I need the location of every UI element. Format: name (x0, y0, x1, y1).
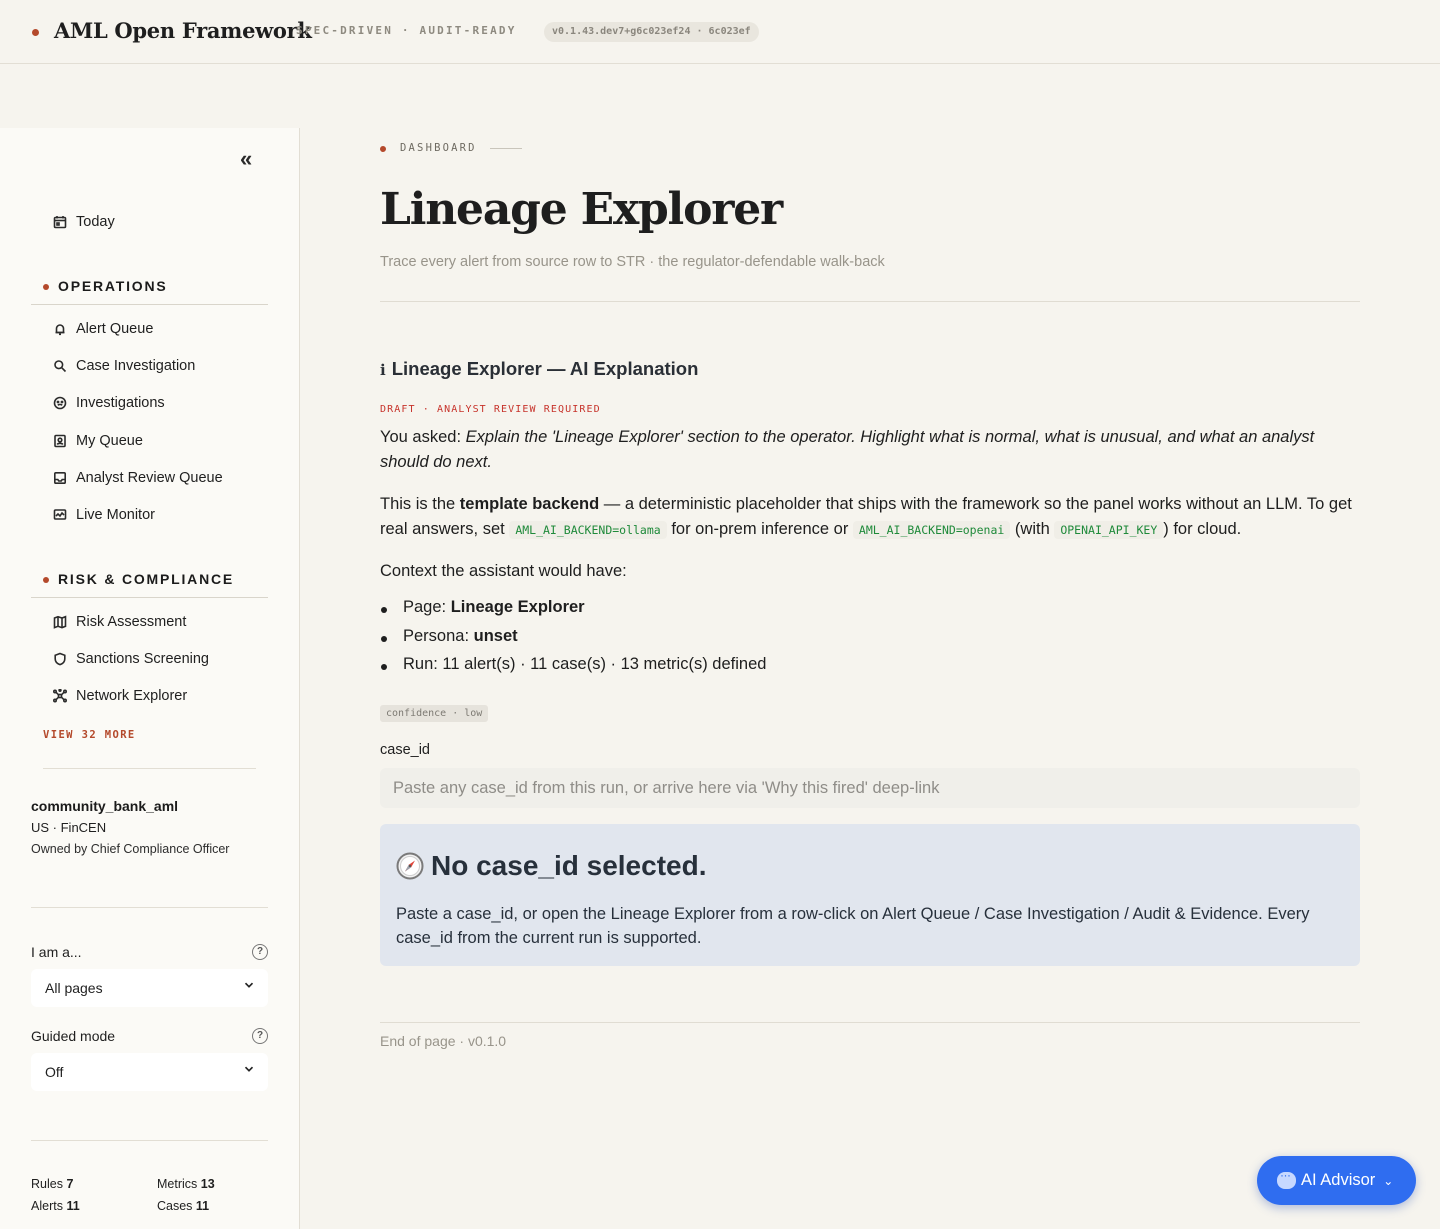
notice-text: Paste a case_id, or open the Lineage Exp… (396, 905, 1310, 947)
code-snippet: AML_AI_BACKEND=openai (852, 521, 1011, 539)
page-subtitle: Trace every alert from source row to STR… (380, 254, 885, 270)
page-title: Lineage Explorer (380, 184, 783, 235)
divider (43, 768, 256, 769)
list-item: Run: 11 alert(s) · 11 case(s) · 13 metri… (380, 655, 766, 684)
notice-title: No case_id selected. (396, 850, 706, 882)
context-list: Page: Lineage Explorer Persona: unset Ru… (380, 598, 766, 684)
divider (31, 1140, 268, 1141)
divider (380, 1022, 1360, 1023)
inbox-icon (52, 470, 68, 486)
tenant-name: community_bank_aml (31, 798, 179, 814)
view-more-link[interactable]: VIEW 32 MORE (43, 729, 136, 741)
section-title: OPERATIONS (58, 278, 168, 294)
sidebar-item-label: Alert Queue (76, 321, 154, 337)
top-header: AML Open Framework SPEC-DRIVEN · AUDIT-R… (0, 0, 1440, 64)
user-badge-icon (52, 433, 68, 449)
shield-icon (52, 651, 68, 667)
calendar-icon (52, 214, 68, 230)
tenant-jurisdiction: US · FinCEN (31, 820, 107, 835)
help-icon[interactable]: ? (252, 1028, 268, 1044)
sidebar-item-investigations[interactable]: Investigations (52, 391, 165, 415)
info-icon: ℹ (380, 362, 386, 379)
sidebar-item-sanctions-screening[interactable]: Sanctions Screening (52, 647, 209, 671)
section-operations: OPERATIONS (31, 278, 268, 305)
list-item: Page: Lineage Explorer (380, 598, 766, 627)
section-dot (43, 577, 49, 583)
guided-mode-value: Off (45, 1064, 64, 1080)
case-id-label: case_id (380, 742, 430, 758)
sidebar-item-label: Network Explorer (76, 688, 188, 704)
stat-metrics: Metrics 13 (157, 1177, 215, 1191)
sidebar-item-label: Investigations (76, 395, 165, 411)
code-snippet: OPENAI_API_KEY (1054, 521, 1164, 539)
bell-icon (52, 321, 68, 337)
network-icon (52, 688, 68, 704)
sidebar-item-label: Live Monitor (76, 507, 155, 523)
chevron-down-icon: ⌄ (1383, 1173, 1394, 1188)
brand-dot (32, 29, 39, 36)
ai-advisor-button[interactable]: AI Advisor ⌄ (1257, 1156, 1416, 1205)
chevron-down-icon (244, 1066, 254, 1072)
sidebar-item-label: My Queue (76, 433, 143, 449)
context-heading: Context the assistant would have: (380, 562, 627, 580)
divider (380, 301, 1360, 302)
ai-explanation-title: ℹ Lineage Explorer — AI Explanation (380, 358, 699, 379)
case-id-input[interactable] (380, 768, 1360, 808)
breadcrumb: DASHBOARD (400, 142, 477, 154)
brand-title[interactable]: AML Open Framework (54, 18, 312, 43)
search-icon (52, 358, 68, 374)
chat-bubble-icon (1277, 1168, 1296, 1189)
help-icon[interactable]: ? (252, 944, 268, 960)
sidebar-item-my-queue[interactable]: My Queue (52, 429, 143, 453)
sidebar-item-label: Analyst Review Queue (76, 470, 223, 486)
sidebar-item-live-monitor[interactable]: Live Monitor (52, 503, 155, 527)
section-dot (43, 284, 49, 290)
stat-cases: Cases 11 (157, 1199, 210, 1213)
persona-select-value: All pages (45, 980, 103, 996)
stat-rules: Rules 7 (31, 1177, 74, 1191)
sidebar-item-label: Sanctions Screening (76, 651, 209, 667)
draft-label: DRAFT · ANALYST REVIEW REQUIRED (380, 404, 601, 415)
sidebar: « Today OPERATIONS Alert Queue Case Inve… (0, 128, 300, 1229)
version-badge: v0.1.43.dev7+g6c023ef24 · 6c023ef (544, 22, 759, 42)
confidence-badge: confidence · low (380, 705, 489, 722)
map-icon (52, 614, 68, 630)
ai-question: You asked: Explain the 'Lineage Explorer… (380, 428, 1315, 471)
persona-select[interactable]: All pages (31, 969, 268, 1007)
compass-icon (396, 852, 424, 880)
sidebar-item-label: Case Investigation (76, 358, 196, 374)
sidebar-item-today[interactable]: Today (52, 210, 115, 234)
monitor-icon (52, 507, 68, 523)
divider (31, 907, 268, 908)
tenant-owner: Owned by Chief Compliance Officer (31, 842, 230, 856)
ai-backend-note: This is the template backend — a determi… (380, 495, 1352, 539)
sidebar-item-alert-queue[interactable]: Alert Queue (52, 317, 153, 341)
sidebar-item-label: Risk Assessment (76, 614, 187, 630)
code-snippet: AML_AI_BACKEND=ollama (509, 521, 667, 539)
ai-advisor-label: AI Advisor (1301, 1171, 1376, 1189)
sidebar-item-label: Today (76, 214, 115, 230)
stat-alerts: Alerts 11 (31, 1199, 80, 1213)
guided-mode-select[interactable]: Off (31, 1053, 268, 1091)
guided-mode-label: Guided mode (31, 1028, 116, 1044)
section-title: RISK & COMPLIANCE (58, 571, 235, 587)
persona-label: I am a... (31, 944, 82, 960)
breadcrumb-dot (380, 146, 386, 152)
sidebar-item-case-investigation[interactable]: Case Investigation (52, 354, 195, 378)
no-case-notice: No case_id selected. Paste a case_id, or… (380, 824, 1360, 966)
section-risk-compliance: RISK & COMPLIANCE (31, 571, 268, 598)
tagline: SPEC-DRIVEN · AUDIT-READY (296, 24, 517, 37)
face-icon (52, 395, 68, 411)
collapse-sidebar-icon[interactable]: « (240, 146, 252, 172)
list-item: Persona: unset (380, 627, 766, 656)
sidebar-item-risk-assessment[interactable]: Risk Assessment (52, 610, 186, 634)
breadcrumb-rule (490, 148, 522, 149)
chevron-down-icon (244, 982, 254, 988)
sidebar-item-analyst-review-queue[interactable]: Analyst Review Queue (52, 466, 223, 490)
sidebar-item-network-explorer[interactable]: Network Explorer (52, 684, 187, 708)
page-footer: End of page · v0.1.0 (380, 1033, 507, 1049)
